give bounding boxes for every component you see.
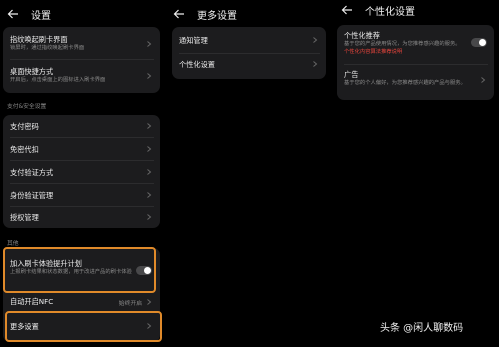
chevron-right-icon: [147, 146, 152, 152]
card-personalization: 个性化推荐 基于您的产品使用情况，为您推荐感兴趣的服务。个性化内容算法推荐说明 …: [337, 25, 494, 100]
section-label-security: 支付&安全设置: [7, 104, 47, 110]
row-personal-recommend[interactable]: 个性化推荐 基于您的产品使用情况，为您推荐感兴趣的服务。个性化内容算法推荐说明: [337, 25, 494, 63]
page-title: 个性化设置: [365, 6, 415, 18]
row-title: 自动开启NFC: [10, 297, 54, 306]
row-subtitle: 锁屏时，通过指纹唤起刷卡界面: [10, 45, 85, 51]
auto-nfc-value: 始终开启: [118, 301, 142, 307]
row-notification[interactable]: 通知管理: [172, 27, 326, 53]
back-arrow-icon[interactable]: [173, 8, 185, 20]
personal-recommend-toggle[interactable]: [471, 38, 487, 47]
row-title: 个性化设置: [179, 60, 215, 69]
chevron-right-icon: [313, 37, 318, 43]
card-quick-access: 指纹唤起刷卡界面 锁屏时，通过指纹唤起刷卡界面 桌面快捷方式 开启后，点击桌面上…: [3, 27, 160, 93]
back-arrow-icon[interactable]: [7, 8, 19, 20]
section-label-other: 其他: [7, 241, 19, 247]
page-title: 更多设置: [197, 10, 237, 22]
row-title: 身份验证管理: [10, 191, 54, 200]
row-subtitle: 基于您的产品使用情况，为您推荐感兴趣的服务。个性化内容算法推荐说明: [344, 40, 464, 56]
row-auto-nfc[interactable]: 自动开启NFC 始终开启: [3, 292, 160, 312]
header: 更多设置: [173, 6, 237, 22]
row-password-free[interactable]: 免密代扣: [3, 138, 160, 160]
chevron-right-icon: [147, 192, 152, 198]
highlight-more-settings: [5, 311, 162, 342]
more-settings-panel: 更多设置 通知管理 个性化设置: [166, 0, 331, 347]
settings-panel: 设置 指纹唤起刷卡界面 锁屏时，通过指纹唤起刷卡界面 桌面快捷方式 开启后，点击…: [0, 0, 163, 347]
row-payment-password[interactable]: 支付密码: [3, 115, 160, 137]
row-payment-verify[interactable]: 支付验证方式: [3, 161, 160, 183]
chevron-right-icon: [313, 61, 318, 67]
chevron-right-icon: [147, 123, 152, 129]
highlight-improve-plan: [3, 247, 156, 293]
back-arrow-icon[interactable]: [341, 4, 353, 16]
row-title: 授权管理: [10, 213, 39, 222]
header: 设置: [7, 6, 51, 22]
header: 个性化设置: [341, 2, 415, 18]
row-title: 通知管理: [179, 36, 208, 45]
row-identity[interactable]: 身份验证管理: [3, 184, 160, 206]
row-title: 免密代扣: [10, 145, 39, 154]
row-subtitle: 基于您的个人偏好，为您推荐感兴趣的产品与服务。: [344, 80, 466, 86]
watermark: 头条 @闲人聊数码: [380, 323, 464, 334]
chevron-right-icon: [147, 214, 152, 220]
page-title: 设置: [31, 10, 51, 22]
chevron-right-icon: [147, 169, 152, 175]
row-ads[interactable]: 广告 基于您的个人偏好，为您推荐感兴趣的产品与服务。: [337, 65, 494, 100]
chevron-right-icon: [147, 299, 152, 305]
chevron-right-icon: [147, 73, 152, 79]
card-more-settings: 通知管理 个性化设置: [172, 27, 326, 79]
row-title: 支付密码: [10, 122, 39, 131]
algorithm-explanation-link[interactable]: 个性化内容算法推荐说明: [344, 49, 402, 55]
row-authorization[interactable]: 授权管理: [3, 207, 160, 228]
row-desktop-shortcut[interactable]: 桌面快捷方式 开启后，点击桌面上的图标进入刷卡界面: [3, 60, 160, 93]
personalization-panel: 个性化设置 个性化推荐 基于您的产品使用情况，为您推荐感兴趣的服务。个性化内容算…: [334, 0, 499, 347]
row-subtitle: 开启后，点击桌面上的图标进入刷卡界面: [10, 77, 106, 83]
chevron-right-icon: [481, 77, 486, 83]
personal-recommend-desc: 基于您的产品使用情况，为您推荐感兴趣的服务。: [344, 41, 461, 47]
row-title: 支付验证方式: [10, 168, 54, 177]
row-fingerprint[interactable]: 指纹唤起刷卡界面 锁屏时，通过指纹唤起刷卡界面: [3, 27, 160, 58]
chevron-right-icon: [147, 41, 152, 47]
card-security: 支付密码 免密代扣 支付验证方式 身份验证管理 授权管理: [3, 115, 160, 228]
row-personalization[interactable]: 个性化设置: [172, 54, 326, 79]
